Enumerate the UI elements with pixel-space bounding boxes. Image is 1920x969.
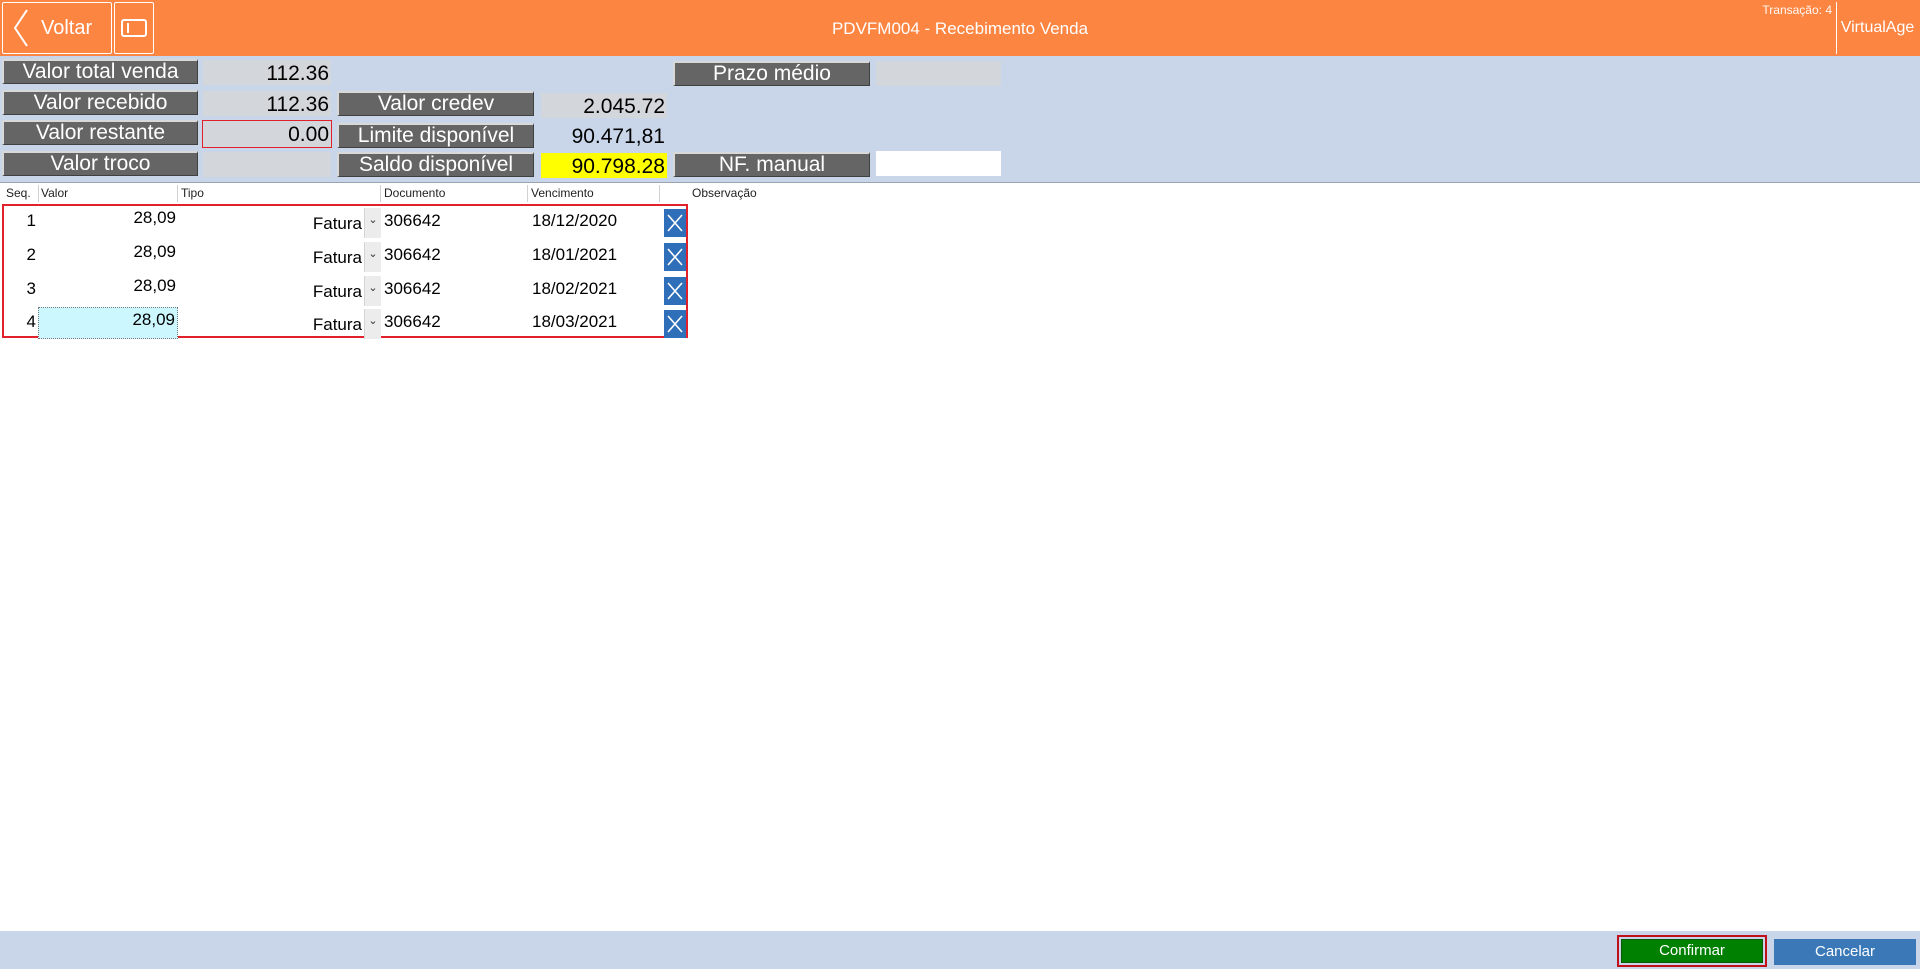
cell-tipo[interactable]: Fatura: [180, 248, 362, 268]
virtualage-button[interactable]: VirtualAge: [1836, 2, 1918, 54]
footer-bar: Confirmar Cancelar: [0, 931, 1920, 969]
payments-grid: Seq. Valor Tipo Documento Vencimento Obs…: [0, 182, 1920, 931]
close-icon: [667, 282, 683, 300]
delete-row-button[interactable]: [664, 277, 686, 305]
value-valor-restante: 0.00: [202, 120, 332, 148]
toggle-panel-button[interactable]: [114, 2, 154, 54]
cell-tipo[interactable]: Fatura: [180, 315, 362, 335]
cell-vencimento[interactable]: 18/12/2020: [532, 211, 662, 231]
cell-seq: 4: [26, 312, 36, 331]
label-prazo-medio: Prazo médio: [673, 61, 870, 86]
table-row[interactable]: 1 28,09 Fatura ⌄ 306642 18/12/2020: [4, 206, 686, 240]
chevron-down-icon[interactable]: ⌄: [364, 276, 381, 306]
cell-vencimento[interactable]: 18/01/2021: [532, 245, 662, 265]
col-header-tipo[interactable]: Tipo: [178, 185, 381, 202]
close-icon: [667, 315, 683, 333]
delete-row-button[interactable]: [664, 243, 686, 271]
cell-valor[interactable]: 28,09: [38, 274, 178, 306]
label-valor-recebido: Valor recebido: [2, 90, 198, 115]
chevron-down-icon[interactable]: ⌄: [364, 309, 381, 339]
value-prazo-medio: [876, 61, 1001, 86]
delete-row-button[interactable]: [664, 209, 686, 237]
cell-valor[interactable]: 28,09: [38, 240, 178, 272]
cell-seq: 1: [26, 211, 36, 230]
table-row[interactable]: 3 28,09 Fatura ⌄ 306642 18/02/2021: [4, 274, 686, 308]
confirm-button[interactable]: Confirmar: [1621, 939, 1763, 963]
back-button[interactable]: Voltar: [2, 2, 112, 54]
value-valor-total-venda: 112.36: [203, 60, 331, 85]
cell-valor[interactable]: 28,09: [38, 206, 178, 238]
table-row[interactable]: 4 28,09 Fatura ⌄ 306642 18/03/2021: [4, 307, 686, 341]
label-valor-restante: Valor restante: [2, 120, 198, 145]
close-icon: [667, 248, 683, 266]
value-valor-credev: 2.045.72: [541, 93, 667, 118]
cell-seq: 3: [26, 279, 36, 298]
value-limite-disponivel: 90.471,81: [571, 125, 665, 148]
cell-documento[interactable]: 306642: [384, 279, 524, 299]
value-valor-recebido: 112.36: [203, 91, 331, 116]
cell-documento[interactable]: 306642: [384, 245, 524, 265]
col-header-valor[interactable]: Valor: [38, 185, 178, 202]
value-valor-troco: [203, 152, 331, 177]
label-saldo-disponivel: Saldo disponível: [337, 152, 534, 177]
title-bar: Voltar PDVFM004 - Recebimento Venda Tran…: [0, 0, 1920, 56]
cell-documento[interactable]: 306642: [384, 211, 524, 231]
col-header-vencimento[interactable]: Vencimento: [528, 185, 660, 202]
cell-vencimento[interactable]: 18/02/2021: [532, 279, 662, 299]
cell-vencimento[interactable]: 18/03/2021: [532, 312, 662, 332]
cell-seq: 2: [26, 245, 36, 264]
close-icon: [667, 214, 683, 232]
rows-highlight: 1 28,09 Fatura ⌄ 306642 18/12/2020 2 28,…: [2, 204, 688, 341]
panel-icon: [121, 19, 147, 37]
cancel-button[interactable]: Cancelar: [1774, 939, 1916, 965]
table-row[interactable]: 2 28,09 Fatura ⌄ 306642 18/01/2021: [4, 240, 686, 274]
chevron-down-icon[interactable]: ⌄: [364, 208, 381, 238]
cell-documento[interactable]: 306642: [384, 312, 524, 332]
cell-valor-selected[interactable]: 28,09: [38, 307, 178, 339]
value-saldo-disponivel: 90.798.28: [541, 153, 667, 178]
cell-tipo[interactable]: Fatura: [180, 282, 362, 302]
label-limite-disponivel: Limite disponível: [337, 123, 534, 148]
cell-tipo[interactable]: Fatura: [180, 214, 362, 234]
nf-manual-input[interactable]: [876, 151, 1001, 176]
back-button-label: Voltar: [41, 16, 93, 39]
label-valor-credev: Valor credev: [337, 91, 534, 116]
col-header-observacao[interactable]: Observação: [689, 185, 989, 202]
label-nf-manual: NF. manual: [673, 152, 870, 177]
label-valor-troco: Valor troco: [2, 151, 198, 176]
confirm-button-frame: Confirmar: [1617, 935, 1767, 967]
label-valor-total-venda: Valor total venda: [2, 59, 198, 84]
chevron-down-icon[interactable]: ⌄: [364, 242, 381, 272]
delete-row-button[interactable]: [664, 310, 686, 338]
col-header-seq[interactable]: Seq.: [3, 185, 39, 202]
transaction-label: Transação: 4: [1762, 3, 1832, 17]
window-title: PDVFM004 - Recebimento Venda: [831, 19, 1089, 38]
col-header-documento[interactable]: Documento: [381, 185, 528, 202]
chevron-left-icon: [13, 9, 28, 47]
